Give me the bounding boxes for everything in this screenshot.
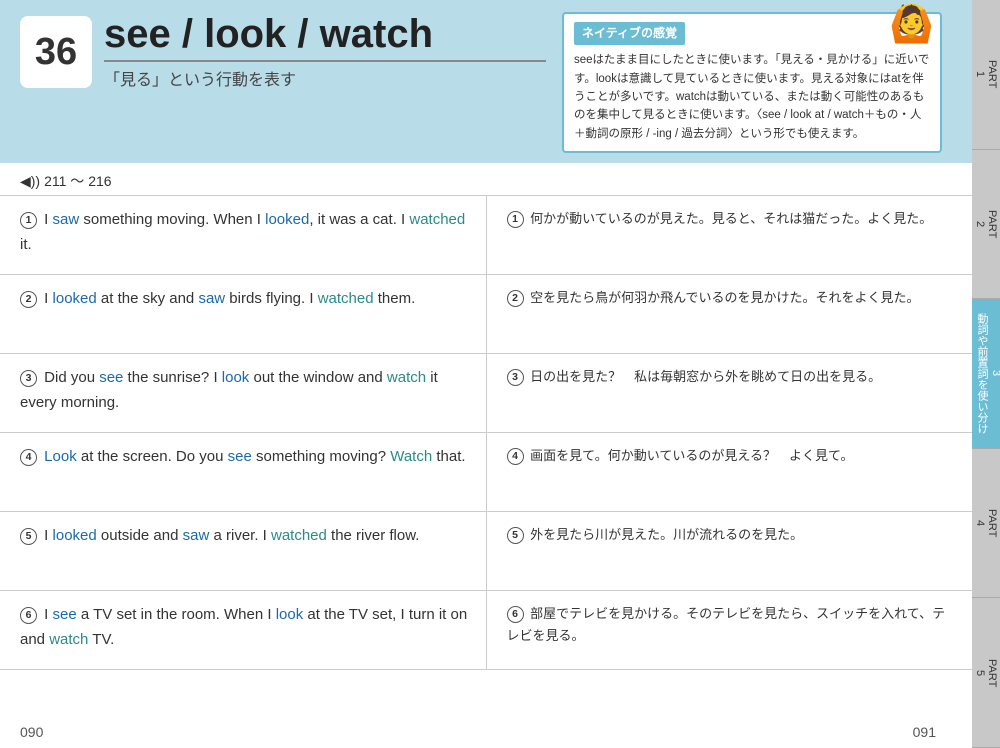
highlight-blue: looked <box>53 527 97 544</box>
native-character-icon: 🙆 <box>889 6 934 42</box>
highlight-blue: looked <box>265 211 309 228</box>
side-tab-5[interactable]: PART5 <box>972 598 1000 748</box>
highlight-blue: see <box>53 606 77 623</box>
normal-text: birds flying. I <box>225 290 318 307</box>
sentence-right-3: 3 日の出を見た？ 私は毎朝窓から外を眺めて日の出を見る。 <box>487 354 973 432</box>
lesson-subtitle: 「見る」という行動を表す <box>104 60 546 90</box>
sentence-right-1: 1 何かが動いているのが見えた。見ると、それは猫だった。よく見た。 <box>487 196 973 274</box>
header-right: 🙆 ネイティブの感覚 seeはたまま目にしたときに使います。「見える・見かける」… <box>562 12 952 153</box>
sentence-left-5: 5 I looked outside and saw a river. I wa… <box>0 512 487 590</box>
sentence-row-2: 2 I looked at the sky and saw birds flyi… <box>0 275 972 354</box>
highlight-teal: watched <box>271 527 327 544</box>
highlight-blue: look <box>276 606 304 623</box>
sentence-right-5: 5 外を見たら川が見えた。川が流れるのを見た。 <box>487 512 973 590</box>
sentence-right-4: 4 画面を見て。何か動いているのが見える？ よく見て。 <box>487 433 973 511</box>
normal-text: out the window and <box>249 369 387 386</box>
normal-text: I <box>44 527 52 544</box>
sentence-right-6: 6 部屋でテレビを見かける。そのテレビを見たら、スイッチを入れて、テレビを見る。 <box>487 591 973 669</box>
sentence-left-1: 1 I saw something moving. When I looked,… <box>0 196 487 274</box>
lesson-number: 36 <box>20 16 92 88</box>
normal-text: Did you <box>44 369 99 386</box>
main-content: 36 see / look / watch 「見る」という行動を表す 🙆 ネイテ… <box>0 0 972 748</box>
sentence-row-6: 6 I see a TV set in the room. When I loo… <box>0 591 972 670</box>
sentence-num-5: 5 <box>20 528 37 545</box>
highlight-blue: looked <box>53 290 97 307</box>
header-left: 36 see / look / watch 「見る」という行動を表す <box>20 12 546 90</box>
audio-label: 211 ～ 216 <box>44 171 111 191</box>
sentence-num-3: 3 <box>20 370 37 387</box>
normal-text: the sunrise? I <box>123 369 221 386</box>
lesson-title-block: see / look / watch 「見る」という行動を表す <box>104 12 546 90</box>
sentence-row-4: 4 Look at the screen. Do you see somethi… <box>0 433 972 512</box>
sentence-num-jp-1: 1 <box>507 211 524 228</box>
normal-text: a river. I <box>209 527 271 544</box>
highlight-blue: see <box>228 448 252 465</box>
normal-text: TV. <box>88 631 114 648</box>
side-tab-3[interactable]: PART3動詞や前置詞を使い分ける <box>972 299 1000 449</box>
normal-text: that. <box>432 448 465 465</box>
native-box: 🙆 ネイティブの感覚 seeはたまま目にしたときに使います。「見える・見かける」… <box>562 12 942 153</box>
normal-text: outside and <box>97 527 183 544</box>
sentence-num-jp-6: 6 <box>507 606 524 623</box>
page-number-left: 090 <box>20 724 43 740</box>
page-footer: 090 091 <box>20 724 936 740</box>
highlight-teal: watch <box>49 631 88 648</box>
normal-text: at the screen. Do you <box>77 448 228 465</box>
sentence-left-3: 3 Did you see the sunrise? I look out th… <box>0 354 487 432</box>
normal-text: something moving? <box>252 448 390 465</box>
normal-text: it. <box>20 236 32 253</box>
sentence-num-1: 1 <box>20 212 37 229</box>
header: 36 see / look / watch 「見る」という行動を表す 🙆 ネイテ… <box>0 0 972 163</box>
highlight-teal: watched <box>409 211 465 228</box>
highlight-blue: saw <box>198 290 225 307</box>
sentence-num-jp-3: 3 <box>507 369 524 386</box>
highlight-blue: saw <box>183 527 210 544</box>
sentence-row-1: 1 I saw something moving. When I looked,… <box>0 196 972 275</box>
sentence-num-2: 2 <box>20 291 37 308</box>
content-body: 1 I saw something moving. When I looked,… <box>0 196 972 670</box>
highlight-teal: watch <box>387 369 426 386</box>
lesson-title: see / look / watch <box>104 12 546 56</box>
sentence-num-6: 6 <box>20 607 37 624</box>
side-tab-2[interactable]: PART2 <box>972 150 1000 300</box>
sentence-left-6: 6 I see a TV set in the room. When I loo… <box>0 591 487 669</box>
side-tab-4[interactable]: PART4 <box>972 449 1000 599</box>
side-tab-1[interactable]: PART1 <box>972 0 1000 150</box>
normal-text: at the sky and <box>97 290 199 307</box>
page-number-right: 091 <box>913 724 936 740</box>
normal-text: them. <box>374 290 416 307</box>
audio-indicator: ◀)) 211 ～ 216 <box>0 163 972 196</box>
highlight-blue: Look <box>44 448 77 465</box>
sentence-num-4: 4 <box>20 449 37 466</box>
sentence-left-4: 4 Look at the screen. Do you see somethi… <box>0 433 487 511</box>
sentence-right-2: 2 空を見たら鳥が何羽か飛んでいるのを見かけた。それをよく見た。 <box>487 275 973 353</box>
audio-icon: ◀)) <box>20 173 40 190</box>
normal-text: I <box>44 606 52 623</box>
native-box-title: ネイティブの感覚 <box>574 22 685 45</box>
sentence-row-5: 5 I looked outside and saw a river. I wa… <box>0 512 972 591</box>
normal-text: I <box>44 290 52 307</box>
highlight-blue: see <box>99 369 123 386</box>
sentence-num-jp-4: 4 <box>507 448 524 465</box>
sentence-left-2: 2 I looked at the sky and saw birds flyi… <box>0 275 487 353</box>
sentence-num-jp-5: 5 <box>507 527 524 544</box>
native-box-text: seeはたまま目にしたときに使います。「見える・見かける」に近いです。lookは… <box>574 51 930 143</box>
page-container: 36 see / look / watch 「見る」という行動を表す 🙆 ネイテ… <box>0 0 1000 748</box>
sentence-row-3: 3 Did you see the sunrise? I look out th… <box>0 354 972 433</box>
highlight-blue: saw <box>53 211 80 228</box>
sentence-num-jp-2: 2 <box>507 290 524 307</box>
normal-text: the river flow. <box>327 527 420 544</box>
highlight-teal: Watch <box>390 448 432 465</box>
normal-text: I <box>44 211 52 228</box>
normal-text: a TV set in the room. When I <box>77 606 276 623</box>
highlight-blue: look <box>222 369 250 386</box>
normal-text: , it was a cat. I <box>309 211 409 228</box>
normal-text: something moving. When I <box>79 211 265 228</box>
highlight-teal: watched <box>318 290 374 307</box>
side-tabs: PART1PART2PART3動詞や前置詞を使い分けるPART4PART5 <box>972 0 1000 748</box>
